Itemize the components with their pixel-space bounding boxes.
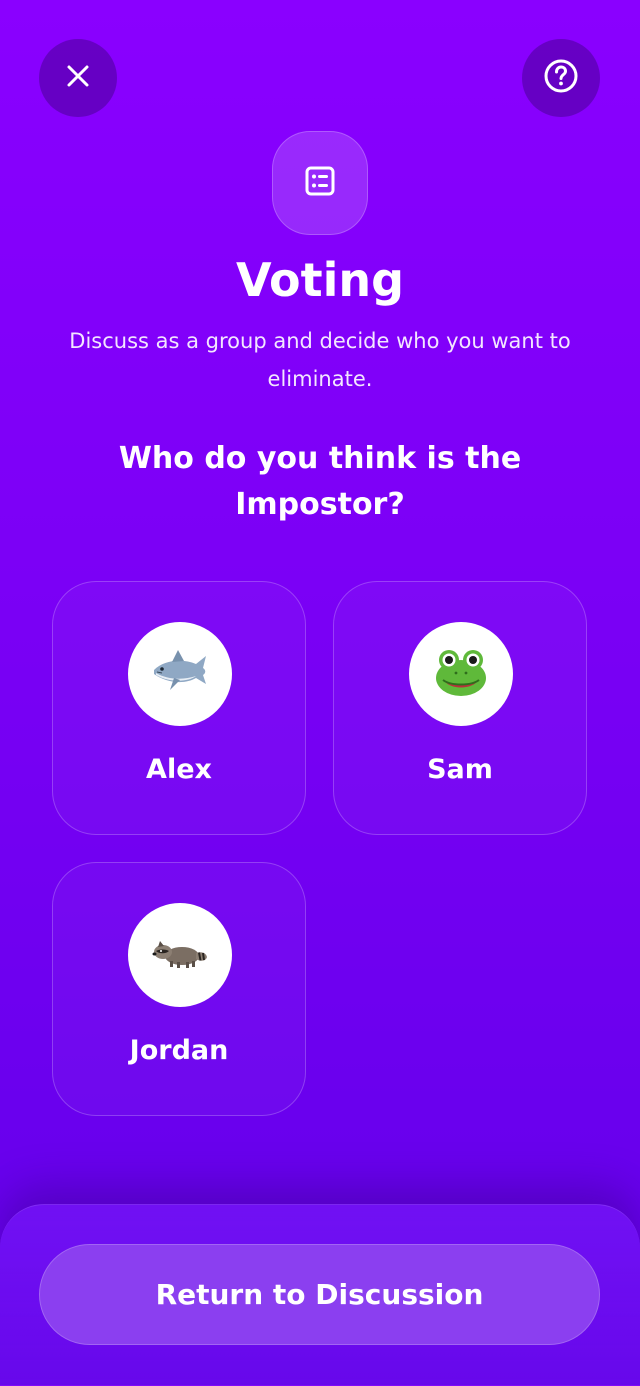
close-icon bbox=[63, 61, 93, 95]
avatar bbox=[128, 622, 232, 726]
frog-icon bbox=[431, 642, 491, 706]
player-card-jordan[interactable]: Jordan bbox=[52, 862, 306, 1116]
close-button[interactable] bbox=[39, 39, 117, 117]
player-name: Sam bbox=[427, 754, 493, 785]
raccoon-icon bbox=[150, 923, 210, 987]
player-name: Alex bbox=[146, 754, 212, 785]
player-card-alex[interactable]: Alex bbox=[52, 581, 306, 835]
player-card-sam[interactable]: Sam bbox=[333, 581, 587, 835]
help-circle-icon bbox=[542, 57, 580, 99]
ballot-list-icon bbox=[304, 165, 336, 201]
page-subtitle: Discuss as a group and decide who you wa… bbox=[69, 329, 571, 391]
help-button[interactable] bbox=[522, 39, 600, 117]
vote-question: Who do you think is the Impostor? bbox=[118, 441, 522, 522]
voting-badge bbox=[272, 131, 368, 235]
avatar bbox=[409, 622, 513, 726]
page-title: Voting bbox=[235, 253, 405, 307]
avatar bbox=[128, 903, 232, 1007]
player-name: Jordan bbox=[129, 1035, 229, 1066]
return-to-discussion-button[interactable]: Return to Discussion bbox=[39, 1244, 600, 1345]
shark-icon bbox=[148, 640, 212, 708]
